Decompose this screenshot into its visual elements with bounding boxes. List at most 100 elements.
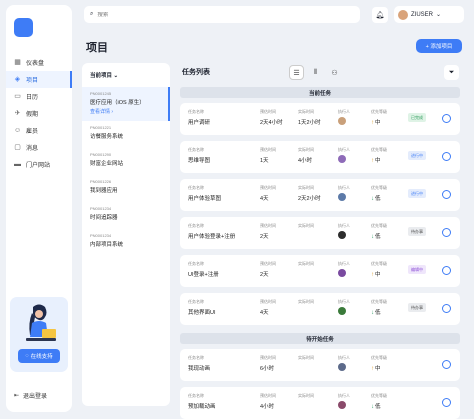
project-list-header[interactable]: 当前项目 ⌄ [82, 63, 170, 87]
project-item[interactable]: PN0001234 时间追踪器 [82, 202, 170, 229]
actual-time: 2天2小时 [298, 196, 321, 202]
assignee-cell: 执行人 [338, 223, 350, 239]
priority-text: 中 [375, 366, 381, 372]
task-row[interactable]: 任务名称 用户体验草图 预估时间 4天 实际时间 2天2小时 执行人 优先等级 ↓低 进行中 [180, 179, 460, 211]
sidebar-item-label: 雇员 [26, 129, 39, 135]
priority-text: 低 [375, 310, 381, 316]
assignee-cell: 执行人 [338, 393, 350, 409]
assignee-avatar [338, 269, 346, 277]
priority-cell: 优先等级 ↓低 [371, 185, 387, 202]
assignee-avatar [338, 231, 346, 239]
priority-label: 优先等级 [371, 109, 387, 114]
priority-label: 优先等级 [371, 261, 387, 266]
view-details-link[interactable]: 查看详情 › [90, 108, 160, 115]
user-menu[interactable]: ZIUSER ⌄ [394, 6, 464, 23]
estimated-time-label: 预估时间 [260, 355, 276, 360]
search-icon: ⌕ [90, 11, 94, 17]
task-name-cell: 任务名称 用户体验草图 [188, 185, 221, 202]
task-complete-radio[interactable] [442, 190, 451, 199]
assignee-cell: 执行人 [338, 185, 350, 201]
add-project-button[interactable]: + 添加项目 [416, 39, 462, 53]
task-row[interactable]: 任务名称 思维导图 预估时间 1天 实际时间 4小时 执行人 优先等级 ↑中 进行中 [180, 141, 460, 173]
sidebar-item-dashboard[interactable]: ▦ 仪表盘 [6, 54, 72, 71]
priority-text: 中 [375, 158, 381, 164]
priority-cell: 优先等级 ↑中 [371, 147, 387, 164]
task-row[interactable]: 任务名称 其他界面UI 预估时间 4天 实际时间 执行人 优先等级 ↓低 待办事 [180, 293, 460, 325]
task-name-cell: 任务名称 我现动画 [188, 355, 210, 372]
assignee-label: 执行人 [338, 393, 350, 398]
users-icon: ☺ [14, 127, 22, 134]
estimated-time-cell: 预估时间 4天 [260, 185, 276, 202]
task-name-label: 任务名称 [188, 185, 204, 190]
task-complete-radio[interactable] [442, 304, 451, 313]
app-logo[interactable] [14, 18, 33, 37]
estimated-time-cell: 预估时间 2天 [260, 223, 276, 240]
assignee-avatar [338, 193, 346, 201]
project-name: 我到器应用 [90, 188, 118, 194]
list-view-button[interactable]: ☰ [289, 65, 304, 80]
task-complete-radio[interactable] [442, 266, 451, 275]
priority-text: 低 [375, 404, 381, 410]
project-item[interactable]: PN0001290 财富企业网站 [82, 148, 170, 175]
project-code: PN0001234 [90, 233, 112, 238]
board-view-button[interactable]: ⫴ [308, 65, 323, 80]
search-input[interactable] [97, 11, 298, 18]
online-support-button[interactable]: ◌ 在线支持 [18, 349, 60, 363]
project-item[interactable]: PN0001221 访餐服务系统 [82, 121, 170, 148]
timeline-icon: ⚇ [331, 69, 338, 77]
topbar: ⌕ 🔔︎ ZIUSER ⌄ [80, 5, 468, 25]
priority-arrow-icon: ↓ [371, 196, 374, 202]
task-row[interactable]: 任务名称 用户调研 预估时间 2天4小时 实际时间 1天2小时 执行人 优先等级 ↑中 已完成 [180, 103, 460, 135]
sidebar-item-portal[interactable]: ▬ 门户网站 [6, 156, 72, 173]
actual-time-cell: 实际时间 [298, 355, 314, 364]
board-icon: ⫴ [314, 68, 317, 76]
estimated-time-cell: 预估时间 2天4小时 [260, 109, 283, 126]
task-row[interactable]: 任务名称 我现动画 预估时间 6小时 实际时间 执行人 优先等级 ↑中 [180, 349, 460, 381]
estimated-time-cell: 预估时间 4小时 [260, 393, 276, 410]
task-row[interactable]: 任务名称 预加载动画 预估时间 4小时 实际时间 执行人 优先等级 ↓低 [180, 387, 460, 419]
project-item[interactable]: PN0001234 内部项目系统 [82, 229, 170, 256]
assignee-label: 执行人 [338, 299, 350, 304]
sidebar-item-messages[interactable]: ▢ 消息 [6, 139, 72, 156]
task-complete-radio[interactable] [442, 152, 451, 161]
grid-icon: ▦ [14, 59, 21, 66]
notification-button[interactable]: 🔔︎ [372, 7, 388, 23]
assignee-avatar [338, 117, 346, 125]
task-name: 预加载动画 [188, 404, 216, 410]
priority-label: 优先等级 [371, 185, 387, 190]
logout-button[interactable]: ⇤ 退出登录 [14, 391, 47, 400]
assignee-avatar [338, 363, 346, 371]
sidebar-item-calendar[interactable]: ▭ 日历 [6, 88, 72, 105]
timeline-view-button[interactable]: ⚇ [327, 65, 342, 80]
task-complete-radio[interactable] [442, 360, 451, 369]
sidebar-item-label: 日历 [26, 95, 39, 101]
task-complete-radio[interactable] [442, 228, 451, 237]
sidebar-item-employees[interactable]: ☺ 雇员 [6, 122, 72, 139]
actual-time-label: 实际时间 [298, 223, 314, 228]
filter-button[interactable]: ⏷ [444, 65, 459, 80]
chevron-down-icon: ⌄ [436, 12, 442, 18]
actual-time-label: 实际时间 [298, 185, 314, 190]
sidebar-item-projects[interactable]: ◈ 项目 [6, 71, 72, 88]
actual-time-cell: 实际时间 [298, 261, 314, 270]
priority-arrow-icon: ↑ [371, 272, 374, 278]
project-name: 财富企业网站 [90, 161, 124, 167]
task-row[interactable]: 任务名称 用户体验登录+注册 预估时间 2天 实际时间 执行人 优先等级 ↓低 待办事 [180, 217, 460, 249]
person-illustration [26, 304, 56, 341]
list-icon: ☰ [293, 69, 300, 77]
view-details-label: 查看详情 [90, 109, 111, 115]
task-row[interactable]: 任务名称 UI登录+注册 预估时间 2天 实际时间 执行人 优先等级 ↑中 编辑中 [180, 255, 460, 287]
view-switcher: ☰ ⫴ ⚇ [289, 65, 342, 80]
project-name: 访餐服务系统 [90, 134, 124, 140]
sidebar-item-vacation[interactable]: ✈ 假期 [6, 105, 72, 122]
project-item[interactable]: PN0001245 医疗应用（iOS 原生） 查看详情 › [82, 87, 170, 121]
task-complete-radio[interactable] [442, 114, 451, 123]
priority-arrow-icon: ↑ [371, 366, 374, 372]
project-name: 内部项目系统 [90, 242, 124, 248]
project-item[interactable]: PN0001226 我到器应用 [82, 175, 170, 202]
support-promo: ◌ 在线支持 [10, 297, 68, 372]
task-complete-radio[interactable] [442, 398, 451, 407]
priority-value: ↑中 [371, 364, 387, 372]
estimated-time-cell: 预估时间 6小时 [260, 355, 276, 372]
status-badge: 待办事 [408, 303, 426, 312]
